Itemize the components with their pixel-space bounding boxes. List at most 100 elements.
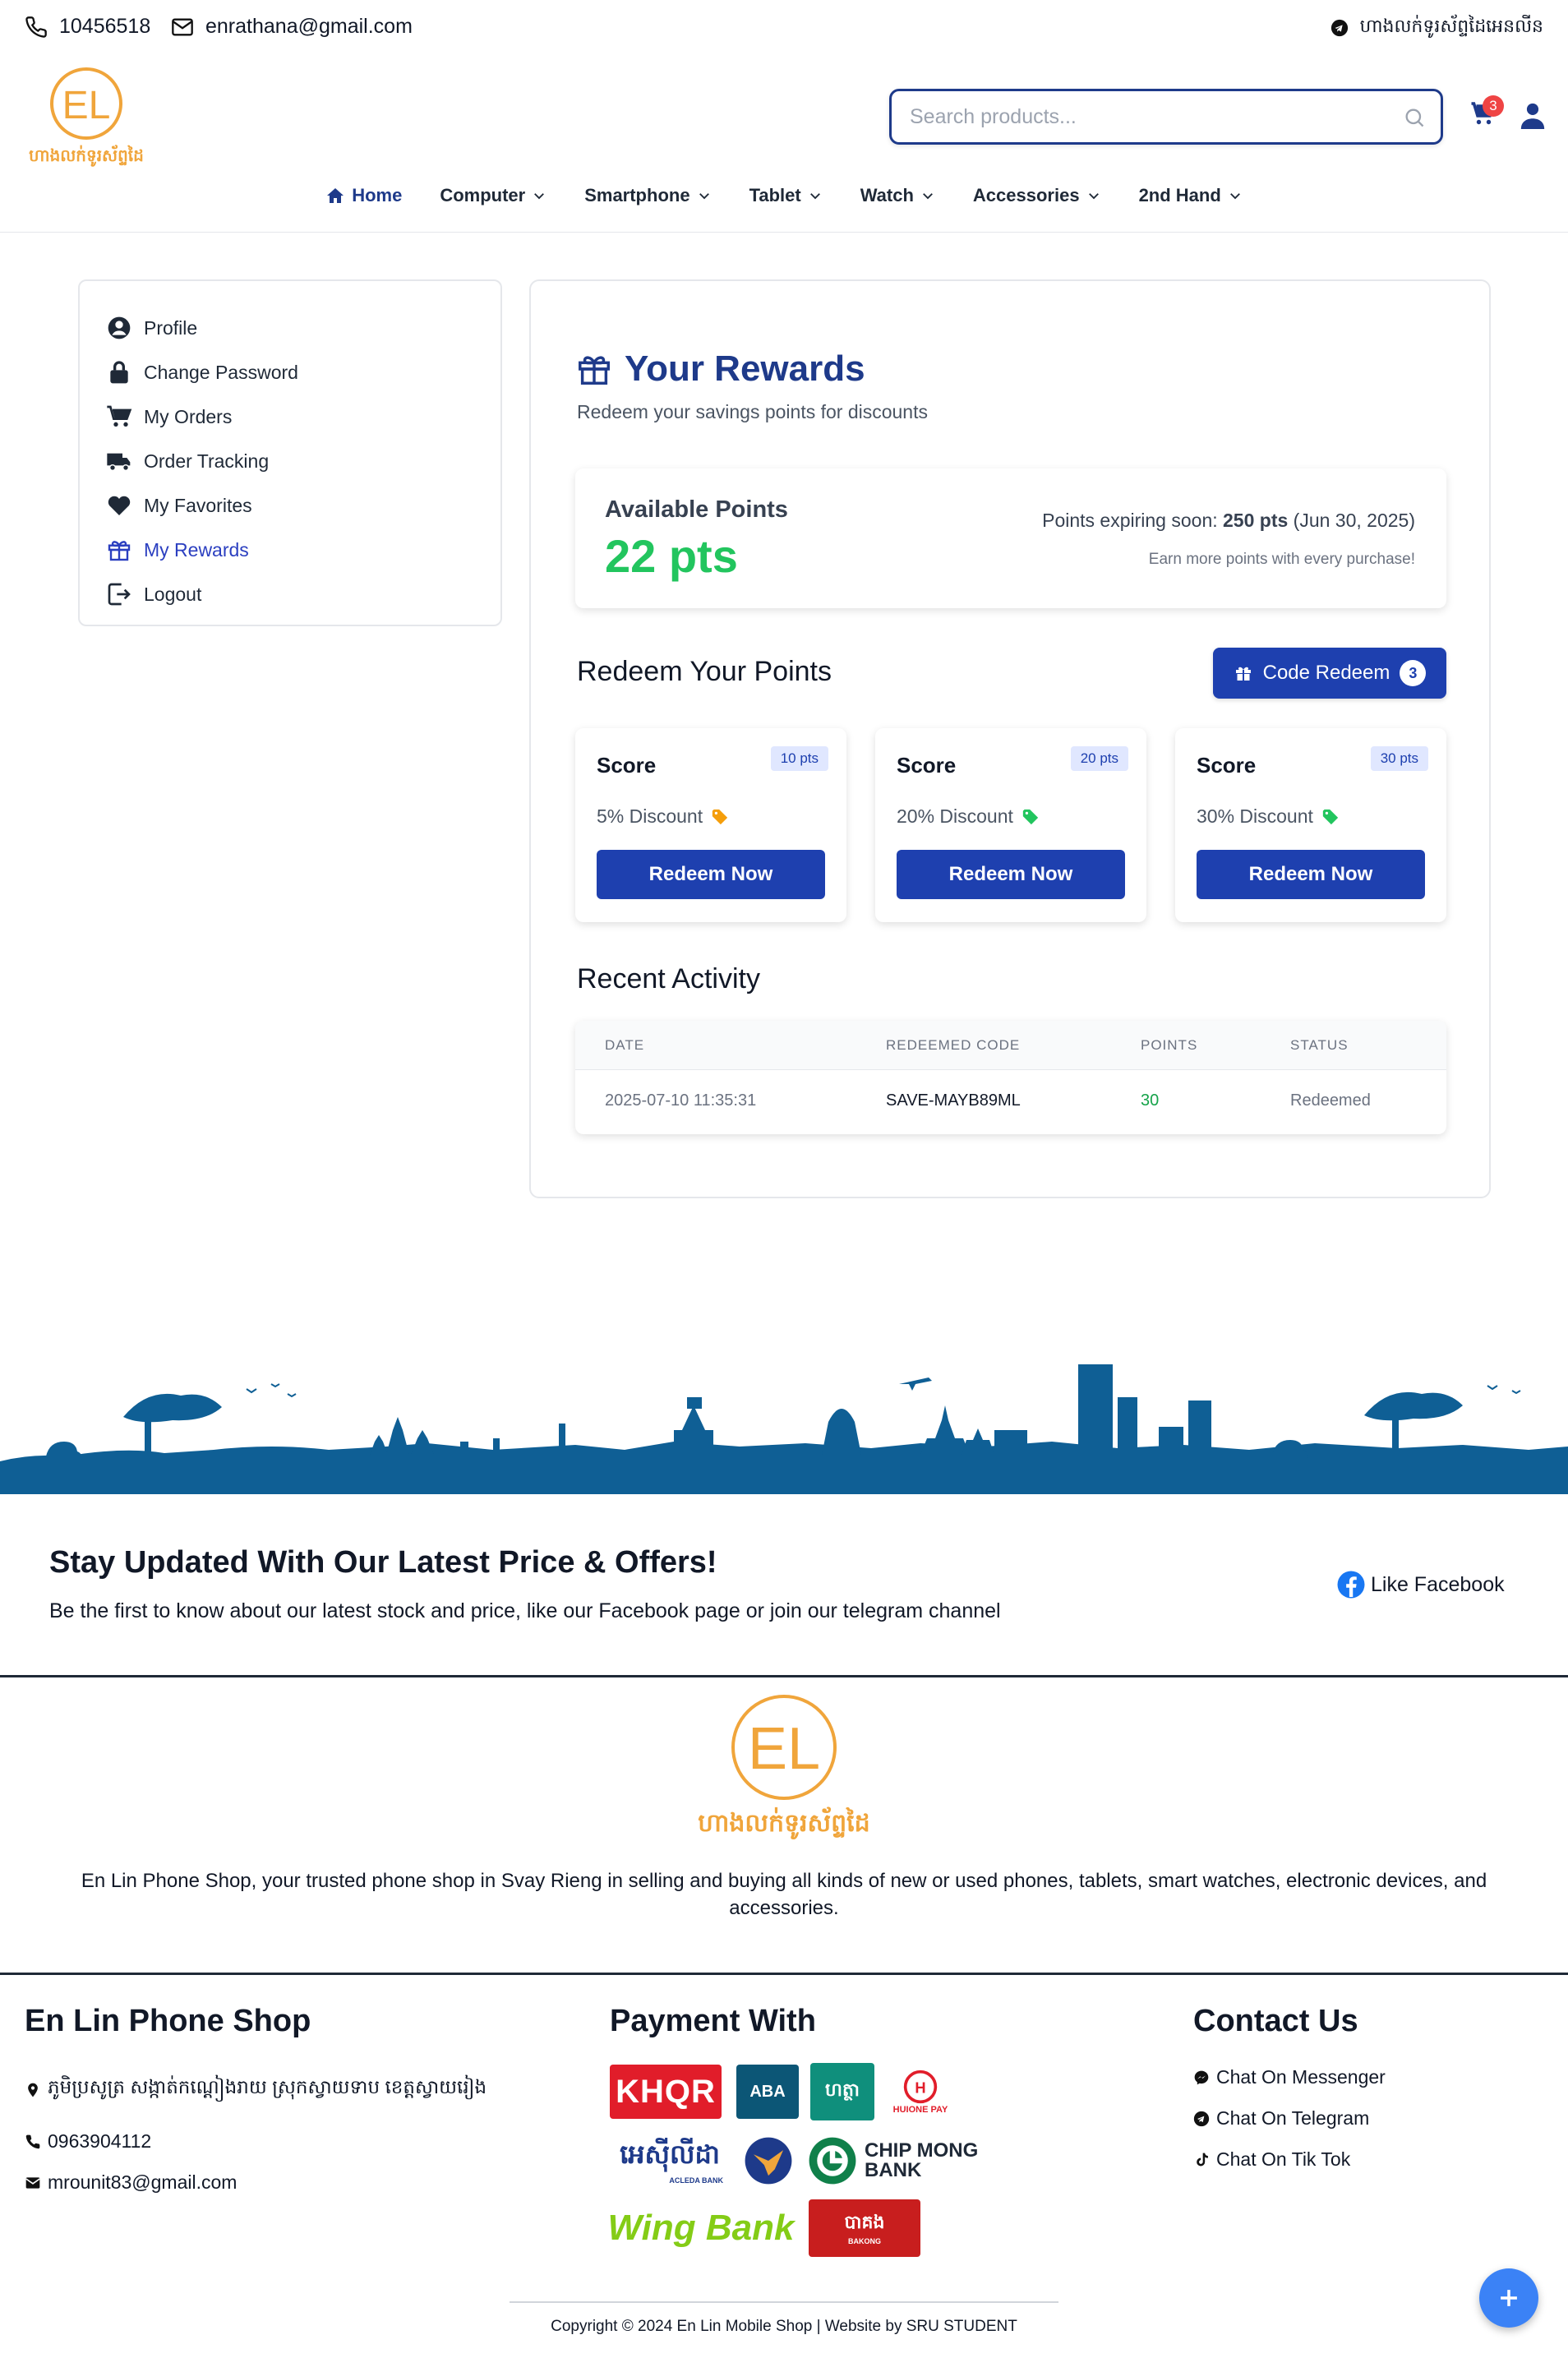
chevron-down-icon	[699, 193, 709, 200]
points-summary-card: Available Points 22 pts Points expiring …	[575, 468, 1446, 608]
activity-table-header: DATE REDEEMED CODE POINTS STATUS	[575, 1021, 1446, 1070]
top-email-text: enrathana@gmail.com	[205, 15, 413, 38]
footer-logo: EL ហាងលក់ទូរស័ព្ទដៃ	[692, 1691, 876, 1844]
sidebar-item-profile[interactable]: Profile	[106, 306, 500, 350]
footer-logo-letters: EL	[748, 1716, 820, 1782]
reward-card: Score 30 pts 30% Discount Redeem Now	[1175, 728, 1446, 922]
acleda-eagle-icon	[745, 2137, 792, 2185]
lock-icon	[110, 361, 128, 384]
logo-name: ហាងលក់ទូរស័ព្ទដៃ	[29, 145, 144, 167]
svg-text:H: H	[915, 2079, 925, 2096]
sidebar-item-label: Profile	[144, 316, 198, 339]
reward-discount: 20% Discount	[897, 805, 1040, 828]
cambodia-skyline-illustration	[0, 1364, 1568, 1494]
gift-icon	[579, 356, 610, 385]
reward-discount-label: 5% Discount	[597, 805, 703, 827]
nav-home[interactable]: Home	[325, 185, 402, 206]
nav-computer[interactable]: Computer	[440, 185, 546, 206]
top-phone-text: 10456518	[59, 15, 151, 38]
chevron-down-icon	[1229, 193, 1240, 200]
code-redeem-count-badge: 3	[1400, 660, 1427, 686]
payment-logo-huione-label: HUIONE PAY	[892, 2105, 948, 2115]
user-circle-icon	[108, 316, 131, 339]
site-logo[interactable]: EL ហាងលក់ទូរស័ព្ទដៃ	[25, 64, 148, 171]
rewards-title: Your Rewards	[625, 348, 865, 389]
footer-phone[interactable]: 0963904112	[25, 2130, 151, 2153]
reward-card-title: Score	[597, 753, 657, 778]
chat-messenger-link[interactable]: Chat On Messenger	[1193, 2066, 1386, 2088]
tag-icon	[1022, 809, 1039, 824]
top-phone[interactable]: 10456518	[25, 15, 150, 39]
sidebar-item-change-password[interactable]: Change Password	[106, 350, 500, 395]
earn-more-note: Earn more points with every purchase!	[1148, 551, 1415, 568]
nav-accessories[interactable]: Accessories	[973, 185, 1101, 206]
payment-logo-chip-mong: CHIP MONG BANK	[865, 2139, 979, 2181]
search-icon[interactable]	[1403, 106, 1426, 129]
logout-icon	[108, 583, 131, 606]
footer-email[interactable]: mrounit83@gmail.com	[25, 2171, 237, 2194]
like-facebook-label: Like Facebook	[1371, 1572, 1505, 1596]
reward-discount: 30% Discount	[1197, 805, 1340, 828]
user-account-icon[interactable]	[1519, 100, 1547, 130]
rewards-heading: Your Rewards	[575, 348, 865, 390]
sidebar-item-logout[interactable]: Logout	[106, 572, 500, 616]
footer-divider	[0, 1675, 1568, 1677]
phone-icon	[25, 2134, 40, 2148]
chevron-down-icon	[534, 193, 545, 200]
nav-tablet-label: Tablet	[749, 185, 801, 205]
column-header-code: REDEEMED CODE	[886, 1037, 1021, 1053]
mail-icon	[172, 18, 193, 35]
chat-tiktok-link[interactable]: Chat On Tik Tok	[1193, 2148, 1350, 2171]
footer-email-text: mrounit83@gmail.com	[48, 2171, 238, 2193]
code-redeem-button[interactable]: Code Redeem 3	[1213, 648, 1446, 699]
top-shop-name: ហាងលក់ទូរស័ព្ទដៃអេនលីន	[1359, 16, 1543, 36]
copyright-text: Copyright © 2024 En Lin Mobile Shop | We…	[551, 2318, 1017, 2335]
truck-icon	[107, 453, 131, 471]
nav-2nd-hand-label: 2nd Hand	[1138, 185, 1221, 205]
nav-2nd-hand[interactable]: 2nd Hand	[1139, 185, 1243, 206]
points-expiring-text: Points expiring soon: 250 pts (Jun 30, 2…	[1042, 510, 1415, 532]
nav-computer-label: Computer	[440, 185, 526, 205]
column-header-status: STATUS	[1290, 1037, 1349, 1053]
reward-points-badge: 10 pts	[770, 746, 828, 771]
top-telegram-link[interactable]: ហាងលក់ទូរស័ព្ទដៃអេនលីន	[1330, 15, 1543, 41]
redeem-now-button[interactable]: Redeem Now	[1197, 850, 1425, 899]
payment-logo-aba: ABA	[736, 2065, 799, 2119]
search-input[interactable]	[910, 105, 1386, 129]
expiring-points: 250 pts	[1223, 510, 1289, 531]
sidebar-item-my-rewards[interactable]: My Rewards	[106, 528, 500, 572]
footer-contact-title: Contact Us	[1193, 2004, 1358, 2038]
sidebar-item-my-favorites[interactable]: My Favorites	[106, 483, 500, 528]
redeem-now-button[interactable]: Redeem Now	[597, 850, 825, 899]
search-box[interactable]	[889, 89, 1443, 145]
nav-tablet[interactable]: Tablet	[749, 185, 823, 206]
column-header-date: DATE	[605, 1037, 645, 1053]
plus-icon	[1501, 2290, 1517, 2306]
payment-logo-wing: Wing Bank	[606, 2201, 796, 2255]
like-facebook-link[interactable]: Like Facebook	[1336, 1570, 1505, 1599]
floating-action-button[interactable]	[1479, 2268, 1538, 2328]
footer-address-text: ភូមិប្រសូត្រ សង្កាត់កណ្តៀងរាយ ស្រុកស្វាយ…	[48, 2076, 487, 2097]
sidebar-item-label: Change Password	[144, 361, 298, 383]
sidebar-item-my-orders[interactable]: My Orders	[106, 395, 500, 439]
nav-watch[interactable]: Watch	[860, 185, 935, 206]
payment-logo-acleda-en: ACLEDA BANK	[669, 2176, 723, 2185]
top-bar: 10456518 enrathana@gmail.com ហាងលក់ទូរស័…	[0, 0, 1568, 56]
footer-phone-text: 0963904112	[48, 2130, 152, 2152]
cart-button[interactable]: 3	[1468, 95, 1504, 132]
payment-logo-wing-text: Wing Bank	[607, 2208, 795, 2248]
top-email[interactable]: enrathana@gmail.com	[171, 15, 413, 39]
footer-shop-title: En Lin Phone Shop	[25, 2004, 311, 2038]
redeem-now-button[interactable]: Redeem Now	[897, 850, 1125, 899]
huione-emblem-icon: H	[903, 2070, 938, 2104]
nav-smartphone[interactable]: Smartphone	[584, 185, 711, 206]
chat-telegram-label: Chat On Telegram	[1216, 2107, 1370, 2129]
tag-icon	[712, 809, 728, 824]
chat-telegram-link[interactable]: Chat On Telegram	[1193, 2107, 1369, 2130]
footer-logo-name: ហាងលក់ទូរស័ព្ទដៃ	[698, 1807, 869, 1840]
sidebar-item-order-tracking[interactable]: Order Tracking	[106, 439, 500, 483]
available-points-label: Available Points	[605, 496, 788, 523]
reward-card-title: Score	[1197, 753, 1257, 778]
telegram-icon	[1330, 19, 1348, 37]
main-nav: Home Computer Smartphone Tablet Watch Ac…	[0, 185, 1568, 206]
